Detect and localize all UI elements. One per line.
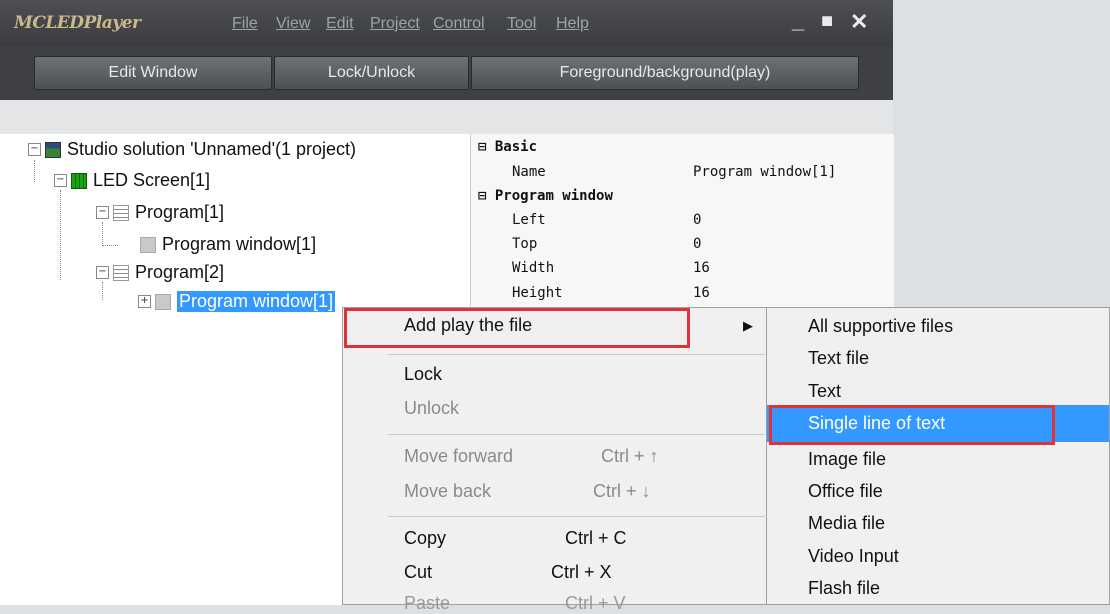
menu-separator	[388, 516, 765, 517]
property-left-label: Left	[512, 212, 546, 228]
close-icon[interactable]: ✕	[850, 9, 868, 35]
menu-item-cut[interactable]: Cut	[404, 562, 432, 583]
property-height-label: Height	[512, 285, 563, 301]
menu-view-label: View	[276, 15, 311, 32]
submenu-item-flash-file[interactable]: Flash file	[808, 578, 880, 599]
callout-highlight	[769, 405, 1055, 445]
expand-icon[interactable]: +	[138, 295, 151, 308]
menu-tool[interactable]: Tool	[507, 15, 536, 33]
submenu-item-media-file[interactable]: Media file	[808, 513, 885, 534]
menu-control[interactable]: Control	[433, 15, 485, 33]
tree-connector	[102, 245, 118, 246]
property-width-label: Width	[512, 260, 555, 276]
submenu-item-all-supportive-files[interactable]: All supportive files	[808, 316, 953, 337]
program-window-icon	[155, 293, 171, 310]
property-height-value[interactable]: 16	[693, 285, 710, 301]
minimize-icon[interactable]: _	[792, 8, 804, 34]
property-name-value[interactable]: Program window[1]	[693, 164, 836, 180]
menu-separator	[388, 354, 765, 355]
collapse-icon[interactable]: −	[96, 266, 109, 279]
tree-node-program-2[interactable]: − Program[2]	[96, 262, 224, 283]
submenu-arrow-icon: ▶	[743, 318, 753, 333]
lock-unlock-button[interactable]: Lock/Unlock	[274, 56, 469, 90]
menu-item-lock[interactable]: Lock	[404, 364, 442, 385]
led-screen-icon	[71, 172, 87, 189]
tree-node-label: LED Screen[1]	[93, 170, 211, 190]
program-window-icon	[140, 236, 156, 253]
category-basic[interactable]: ⊟ Basic	[478, 139, 537, 155]
callout-highlight	[344, 308, 690, 348]
program-icon	[113, 264, 129, 281]
collapse-icon[interactable]: −	[54, 174, 67, 187]
tree-node-program-1[interactable]: − Program[1]	[96, 202, 224, 223]
foreground-background-button[interactable]: Foreground/background(play)	[471, 56, 859, 90]
menu-separator	[388, 434, 765, 435]
collapse-icon[interactable]: −	[28, 143, 41, 156]
menu-project[interactable]: Project	[370, 15, 420, 33]
menu-item-move-forward: Move forward	[404, 446, 514, 466]
menu-tool-label: Tool	[507, 15, 537, 32]
tree-node-label: Program[1]	[135, 202, 225, 222]
tree-node-program-window-selected[interactable]: + Program window[1]	[138, 291, 336, 312]
property-top-value[interactable]: 0	[693, 236, 701, 252]
property-top-label: Top	[512, 236, 538, 252]
submenu-item-text[interactable]: Text	[808, 381, 841, 402]
copy-shortcut: Ctrl + C	[565, 528, 627, 548]
menu-edit[interactable]: Edit	[326, 15, 354, 33]
edit-window-button[interactable]: Edit Window	[34, 56, 272, 90]
submenu-item-office-file[interactable]: Office file	[808, 481, 883, 502]
tree-node-label: Program window[1]	[177, 291, 336, 312]
menu-edit-label: Edit	[326, 15, 354, 32]
property-left-value[interactable]: 0	[693, 212, 701, 228]
collapse-icon[interactable]: −	[96, 206, 109, 219]
category-label: Program window	[494, 188, 613, 204]
menu-file[interactable]: File	[232, 15, 258, 33]
menu-item-copy[interactable]: Copy	[404, 528, 446, 549]
tree-node-led-screen[interactable]: − LED Screen[1]	[54, 170, 210, 191]
tree-connector	[102, 222, 103, 246]
tree-node-label: Studio solution 'Unnamed'(1 project)	[67, 139, 357, 159]
paste-shortcut: Ctrl + V	[565, 593, 626, 613]
collapse-icon[interactable]: ⊟	[478, 188, 486, 204]
tree-node-program-window[interactable]: Program window[1]	[140, 234, 316, 255]
studio-icon	[45, 141, 61, 158]
menu-control-label: Control	[433, 15, 485, 32]
menu-item-move-back: Move back	[404, 481, 492, 501]
category-label: Basic	[494, 139, 538, 155]
category-program-window[interactable]: ⊟ Program window	[478, 188, 613, 204]
app-logo: MCLEDPlayer	[14, 13, 141, 33]
tree-node-solution[interactable]: − Studio solution 'Unnamed'(1 project)	[28, 139, 356, 160]
menu-item-unlock: Unlock	[404, 398, 460, 418]
toolbar-spacer	[0, 100, 893, 134]
submenu-item-video-input[interactable]: Video Input	[808, 546, 899, 567]
menu-help-label: Help	[556, 15, 589, 32]
menu-item-paste[interactable]: Paste	[404, 593, 450, 614]
submenu-item-text-file[interactable]: Text file	[808, 348, 869, 369]
tree-connector	[102, 282, 103, 300]
menu-help[interactable]: Help	[556, 15, 589, 33]
program-icon	[113, 204, 129, 221]
collapse-icon[interactable]: ⊟	[478, 139, 486, 155]
tree-node-label: Program[2]	[135, 262, 225, 282]
tree-connector	[34, 160, 35, 182]
move-forward-shortcut: Ctrl + ↑	[601, 446, 659, 466]
maximize-icon[interactable]: ■	[821, 10, 833, 33]
tree-node-label: Program window[1]	[162, 234, 317, 254]
menu-project-label: Project	[370, 15, 420, 32]
move-back-shortcut: Ctrl + ↓	[593, 481, 651, 501]
menu-file-label: File	[232, 15, 258, 32]
tree-connector	[60, 190, 61, 280]
cut-shortcut: Ctrl + X	[551, 562, 612, 582]
property-name-label: Name	[512, 164, 546, 180]
menu-view[interactable]: View	[276, 15, 310, 33]
property-width-value[interactable]: 16	[693, 260, 710, 276]
submenu-item-image-file[interactable]: Image file	[808, 449, 886, 470]
